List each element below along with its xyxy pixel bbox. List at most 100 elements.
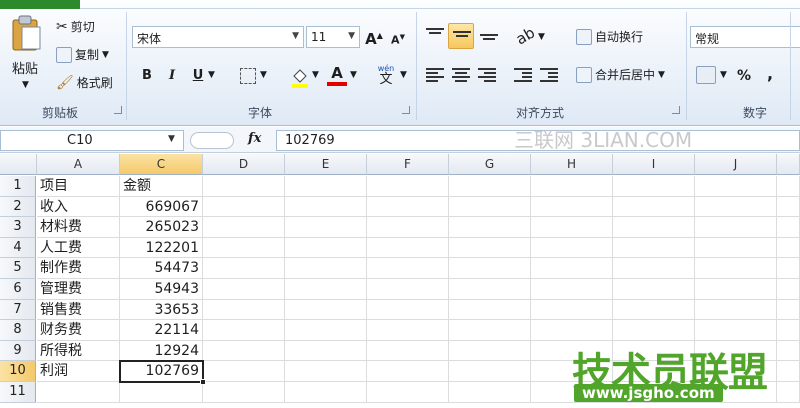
fill-handle[interactable] bbox=[200, 379, 206, 385]
cell-a[interactable]: 收入 bbox=[37, 196, 120, 218]
grow-font-button[interactable]: A▲ bbox=[364, 26, 384, 48]
row-header[interactable]: 9 bbox=[0, 340, 36, 362]
cell[interactable] bbox=[449, 217, 531, 238]
format-painter-button[interactable]: 🖌 格式刷 bbox=[56, 74, 113, 91]
cell[interactable] bbox=[695, 176, 777, 197]
underline-button[interactable]: U bbox=[188, 66, 208, 86]
cell[interactable] bbox=[367, 196, 449, 218]
italic-button[interactable]: I bbox=[162, 66, 182, 86]
accounting-format-icon[interactable] bbox=[696, 66, 716, 84]
cell[interactable] bbox=[531, 258, 613, 279]
font-color-dropdown-icon[interactable]: ▼ bbox=[350, 70, 357, 80]
cell[interactable] bbox=[777, 361, 800, 382]
cell[interactable] bbox=[613, 320, 695, 341]
decrease-indent-icon[interactable] bbox=[514, 68, 532, 82]
fill-color-dropdown-icon[interactable]: ▼ bbox=[312, 70, 319, 80]
cell-a[interactable]: 人工费 bbox=[37, 237, 120, 259]
cell-c[interactable]: 122201 bbox=[120, 237, 203, 259]
chevron-down-icon[interactable]: ▼ bbox=[168, 134, 175, 144]
cell[interactable] bbox=[285, 196, 367, 218]
borders-dropdown-icon[interactable]: ▼ bbox=[260, 70, 267, 80]
clipboard-launcher-icon[interactable] bbox=[114, 106, 122, 114]
cell[interactable] bbox=[613, 217, 695, 238]
cell-c[interactable]: 金额 bbox=[120, 176, 203, 197]
cell[interactable] bbox=[613, 196, 695, 218]
align-middle-button[interactable] bbox=[448, 23, 474, 49]
row-header[interactable]: 8 bbox=[0, 320, 36, 341]
row-header[interactable]: 11 bbox=[0, 382, 36, 403]
wrap-text-button[interactable]: 自动换行 bbox=[576, 28, 643, 45]
cell[interactable] bbox=[531, 176, 613, 197]
cell[interactable] bbox=[777, 299, 800, 321]
cell[interactable] bbox=[449, 237, 531, 259]
row-header[interactable]: 2 bbox=[0, 196, 36, 218]
cell[interactable] bbox=[367, 382, 449, 403]
cell[interactable] bbox=[285, 258, 367, 279]
cell[interactable] bbox=[449, 258, 531, 279]
cell[interactable] bbox=[531, 299, 613, 321]
cell[interactable] bbox=[777, 217, 800, 238]
font-size-combo[interactable]: 11 ▼ bbox=[306, 26, 360, 48]
row-header[interactable]: 6 bbox=[0, 279, 36, 300]
cell[interactable] bbox=[777, 320, 800, 341]
cell[interactable] bbox=[531, 217, 613, 238]
cell[interactable] bbox=[695, 196, 777, 218]
cell[interactable] bbox=[777, 258, 800, 279]
cell[interactable] bbox=[367, 217, 449, 238]
formula-bar-resize-handle[interactable] bbox=[190, 132, 234, 149]
paste-dropdown-icon[interactable]: ▼ bbox=[22, 80, 29, 90]
cell[interactable] bbox=[695, 217, 777, 238]
cell[interactable] bbox=[285, 320, 367, 341]
cell[interactable] bbox=[285, 299, 367, 321]
cell-a[interactable]: 利润 bbox=[37, 361, 120, 382]
underline-dropdown-icon[interactable]: ▼ bbox=[208, 70, 215, 80]
cell[interactable] bbox=[449, 382, 531, 403]
cell[interactable] bbox=[203, 279, 285, 300]
paste-icon[interactable] bbox=[10, 14, 44, 52]
borders-icon[interactable] bbox=[240, 68, 256, 84]
merge-center-button[interactable]: 合并后居中 ▼ bbox=[576, 66, 665, 83]
font-name-combo[interactable]: 宋体 ▼ bbox=[132, 26, 304, 48]
name-box[interactable]: C10 bbox=[0, 130, 184, 151]
cell[interactable] bbox=[449, 299, 531, 321]
paste-button[interactable]: 粘贴 bbox=[12, 58, 38, 77]
cell[interactable] bbox=[613, 299, 695, 321]
merge-dropdown-icon[interactable]: ▼ bbox=[658, 70, 665, 80]
number-format-combo[interactable]: 常规 bbox=[690, 26, 800, 48]
cell-c[interactable]: 54473 bbox=[120, 258, 203, 279]
cell[interactable] bbox=[695, 258, 777, 279]
cell[interactable] bbox=[695, 299, 777, 321]
cell[interactable] bbox=[449, 196, 531, 218]
insert-function-icon[interactable]: fx bbox=[248, 131, 261, 146]
shrink-font-button[interactable]: A▼ bbox=[388, 27, 408, 47]
cell[interactable] bbox=[777, 340, 800, 362]
row-header[interactable]: 1 bbox=[0, 176, 36, 197]
cell[interactable] bbox=[449, 279, 531, 300]
row-header[interactable]: 7 bbox=[0, 299, 36, 321]
cell[interactable] bbox=[285, 217, 367, 238]
cut-button[interactable]: ✂ 剪切 bbox=[56, 18, 95, 35]
cell[interactable] bbox=[449, 361, 531, 382]
fill-color-icon[interactable] bbox=[290, 66, 310, 88]
cell[interactable] bbox=[367, 320, 449, 341]
font-launcher-icon[interactable] bbox=[402, 106, 410, 114]
cell[interactable] bbox=[613, 237, 695, 259]
cell[interactable] bbox=[203, 361, 285, 382]
cell[interactable] bbox=[367, 361, 449, 382]
cell[interactable] bbox=[285, 382, 367, 403]
cell-a[interactable]: 财务费 bbox=[37, 320, 120, 341]
cell[interactable] bbox=[531, 279, 613, 300]
cell-c[interactable]: 669067 bbox=[120, 196, 203, 218]
column-header-c[interactable]: C bbox=[120, 154, 203, 175]
column-header-d[interactable]: D bbox=[203, 154, 285, 175]
cell[interactable] bbox=[203, 382, 285, 403]
cell[interactable] bbox=[285, 176, 367, 197]
cell[interactable] bbox=[777, 176, 800, 197]
cell[interactable] bbox=[203, 217, 285, 238]
cell[interactable] bbox=[367, 340, 449, 362]
cell[interactable] bbox=[613, 279, 695, 300]
row-header[interactable]: 4 bbox=[0, 237, 36, 259]
cell[interactable] bbox=[285, 237, 367, 259]
cell-c[interactable]: 54943 bbox=[120, 279, 203, 300]
cell[interactable] bbox=[695, 237, 777, 259]
